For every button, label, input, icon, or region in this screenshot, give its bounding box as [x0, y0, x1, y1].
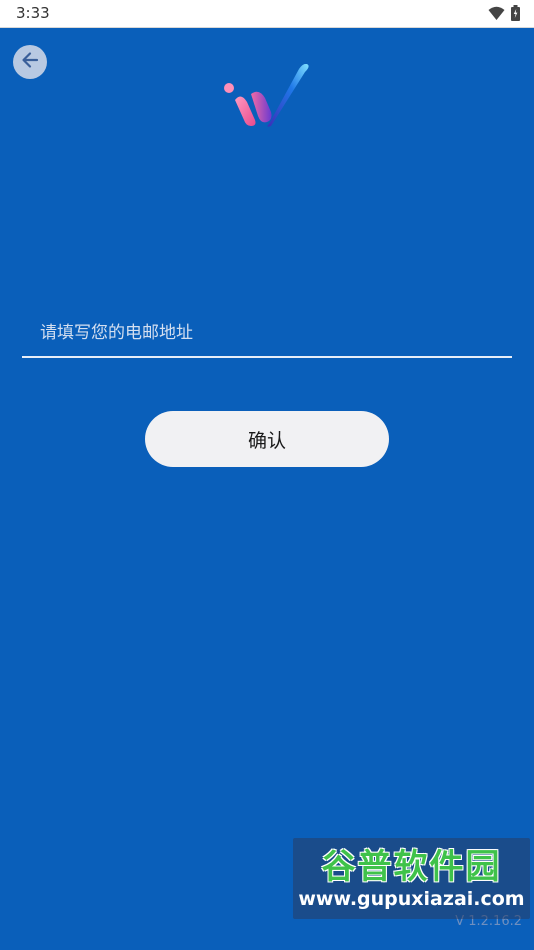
watermark: 谷普软件园 www.gupuxiazai.com	[293, 838, 530, 919]
status-bar: 3:33	[0, 0, 534, 28]
app-logo	[221, 63, 315, 136]
watermark-url: www.gupuxiazai.com	[298, 887, 525, 910]
wifi-icon	[488, 6, 505, 25]
watermark-title: 谷普软件园	[321, 846, 502, 887]
status-time: 3:33	[16, 4, 50, 22]
status-icons	[488, 5, 520, 25]
back-button[interactable]	[13, 45, 47, 79]
confirm-button[interactable]: 确认	[145, 411, 389, 467]
email-verification-screen: 确认 V 1.2.16.2	[0, 28, 534, 950]
email-input[interactable]	[22, 310, 512, 358]
arrow-left-icon	[20, 50, 40, 74]
battery-icon	[511, 5, 520, 25]
